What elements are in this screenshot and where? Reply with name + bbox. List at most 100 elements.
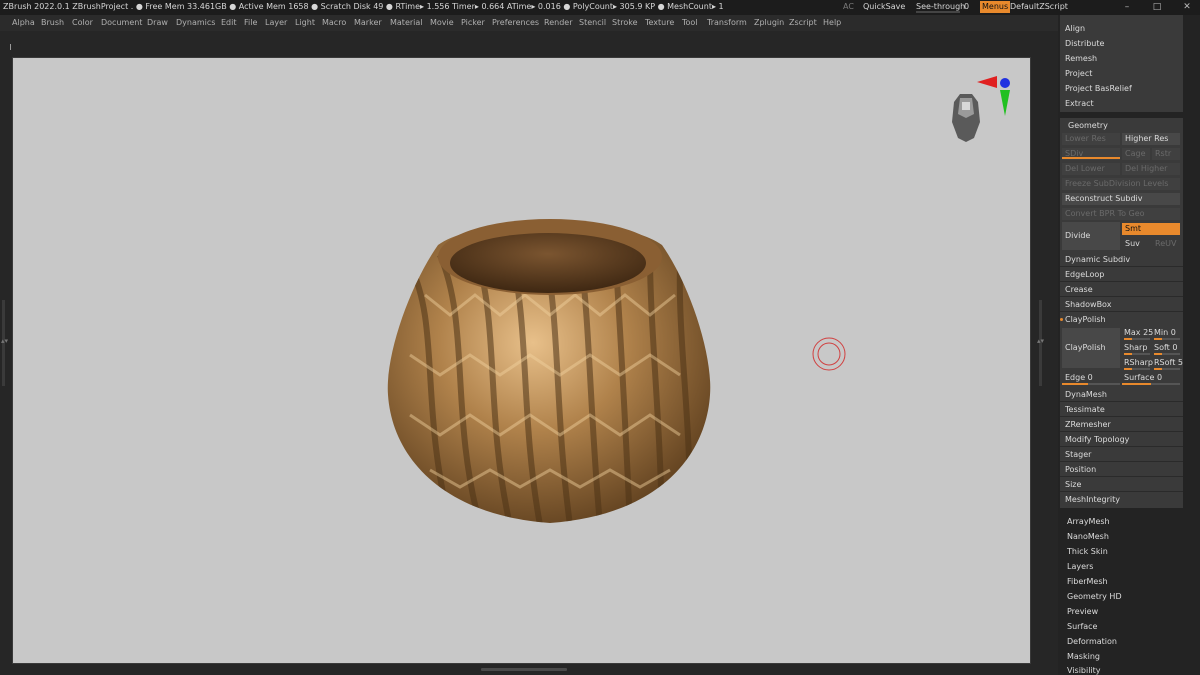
modify-topology-button[interactable]: Modify Topology bbox=[1065, 435, 1129, 444]
soft-slider[interactable]: Soft 0 bbox=[1154, 343, 1177, 352]
reuv-button[interactable]: ReUV bbox=[1152, 238, 1180, 250]
arraymesh-menu[interactable]: ArrayMesh bbox=[1067, 517, 1110, 526]
crease-button[interactable]: Crease bbox=[1065, 285, 1093, 294]
distribute-button[interactable]: Distribute bbox=[1065, 39, 1104, 48]
edgeloop-button[interactable]: EdgeLoop bbox=[1065, 270, 1104, 279]
bottom-tray-handle[interactable] bbox=[481, 668, 567, 671]
menu-color[interactable]: Color bbox=[72, 18, 93, 27]
remesh-button[interactable]: Remesh bbox=[1065, 54, 1097, 63]
menu-picker[interactable]: Picker bbox=[461, 18, 485, 27]
default-zscript-button[interactable]: DefaultZScript bbox=[1010, 2, 1068, 11]
dynamic-subdiv-button[interactable]: Dynamic Subdiv bbox=[1065, 255, 1130, 264]
del-lower-button[interactable]: Del Lower bbox=[1062, 163, 1120, 175]
max-slider-track[interactable] bbox=[1124, 338, 1150, 340]
position-button[interactable]: Position bbox=[1065, 465, 1096, 474]
divide-button[interactable]: Divide bbox=[1062, 222, 1120, 250]
menu-marker[interactable]: Marker bbox=[354, 18, 382, 27]
menu-stroke[interactable]: Stroke bbox=[612, 18, 638, 27]
quicksave-button[interactable]: QuickSave bbox=[863, 2, 905, 11]
menu-zscript[interactable]: Zscript bbox=[789, 18, 817, 27]
sdiv-slider-track[interactable] bbox=[1062, 157, 1120, 159]
menu-alpha[interactable]: Alpha bbox=[12, 18, 35, 27]
preview-menu[interactable]: Preview bbox=[1067, 607, 1098, 616]
menu-macro[interactable]: Macro bbox=[322, 18, 346, 27]
sculpt-model[interactable] bbox=[380, 205, 720, 535]
thick-skin-menu[interactable]: Thick Skin bbox=[1067, 547, 1108, 556]
rsoft-slider[interactable]: RSoft 5 bbox=[1154, 358, 1183, 367]
soft-slider-track[interactable] bbox=[1154, 353, 1180, 355]
smt-toggle[interactable]: Smt bbox=[1122, 223, 1180, 235]
sharp-slider[interactable]: Sharp bbox=[1124, 343, 1147, 352]
deformation-menu[interactable]: Deformation bbox=[1067, 637, 1117, 646]
claypolish-header[interactable]: ClayPolish bbox=[1065, 315, 1106, 324]
convert-bpr-button[interactable]: Convert BPR To Geo bbox=[1062, 208, 1180, 220]
fibermesh-menu[interactable]: FiberMesh bbox=[1067, 577, 1108, 586]
rsharp-slider-track[interactable] bbox=[1124, 368, 1150, 370]
orientation-head-icon[interactable] bbox=[946, 92, 986, 144]
menu-transform[interactable]: Transform bbox=[707, 18, 747, 27]
edge-slider-track[interactable] bbox=[1062, 383, 1120, 385]
menu-tool[interactable]: Tool bbox=[682, 18, 698, 27]
dynamesh-button[interactable]: DynaMesh bbox=[1065, 390, 1107, 399]
menu-movie[interactable]: Movie bbox=[430, 18, 454, 27]
see-through-label[interactable]: See-through bbox=[916, 2, 965, 11]
visibility-menu[interactable]: Visibility bbox=[1067, 666, 1101, 675]
menu-edit[interactable]: Edit bbox=[221, 18, 237, 27]
menu-document[interactable]: Document bbox=[101, 18, 142, 27]
surface-menu[interactable]: Surface bbox=[1067, 622, 1097, 631]
extract-button[interactable]: Extract bbox=[1065, 99, 1094, 108]
meshintegrity-button[interactable]: MeshIntegrity bbox=[1065, 495, 1120, 504]
menu-brush[interactable]: Brush bbox=[41, 18, 64, 27]
sharp-slider-track[interactable] bbox=[1124, 353, 1150, 355]
menu-render[interactable]: Render bbox=[544, 18, 572, 27]
align-button[interactable]: Align bbox=[1065, 24, 1085, 33]
menu-preferences[interactable]: Preferences bbox=[492, 18, 539, 27]
close-button[interactable]: ✕ bbox=[1180, 1, 1194, 13]
surface-slider-track[interactable] bbox=[1122, 383, 1180, 385]
menu-draw[interactable]: Draw bbox=[147, 18, 168, 27]
shadowbox-button[interactable]: ShadowBox bbox=[1065, 300, 1111, 309]
rsharp-slider[interactable]: RSharp bbox=[1124, 358, 1153, 367]
min-slider[interactable]: Min 0 bbox=[1154, 328, 1176, 337]
minimize-button[interactable]: – bbox=[1120, 1, 1134, 13]
cage-button[interactable]: Cage bbox=[1122, 148, 1150, 160]
layers-menu[interactable]: Layers bbox=[1067, 562, 1093, 571]
higher-res-button[interactable]: Higher Res bbox=[1122, 133, 1180, 145]
suv-toggle[interactable]: Suv bbox=[1122, 238, 1150, 250]
nanomesh-menu[interactable]: NanoMesh bbox=[1067, 532, 1109, 541]
geometry-hd-menu[interactable]: Geometry HD bbox=[1067, 592, 1122, 601]
ac-button[interactable]: AC bbox=[843, 2, 854, 11]
project-button[interactable]: Project bbox=[1065, 69, 1092, 78]
menu-dynamics[interactable]: Dynamics bbox=[176, 18, 215, 27]
project-basrelief-button[interactable]: Project BasRelief bbox=[1065, 84, 1132, 93]
left-tray-grip-icon[interactable]: ▴▾ bbox=[1, 337, 8, 345]
menu-texture[interactable]: Texture bbox=[645, 18, 674, 27]
menu-light[interactable]: Light bbox=[295, 18, 315, 27]
menu-stencil[interactable]: Stencil bbox=[579, 18, 606, 27]
surface-slider[interactable]: Surface 0 bbox=[1124, 373, 1162, 382]
geometry-header[interactable]: Geometry bbox=[1068, 121, 1108, 130]
size-button[interactable]: Size bbox=[1065, 480, 1081, 489]
maximize-button[interactable]: □ bbox=[1150, 1, 1164, 13]
menu-layer[interactable]: Layer bbox=[265, 18, 287, 27]
rsoft-slider-track[interactable] bbox=[1154, 368, 1180, 370]
max-slider[interactable]: Max 25 bbox=[1124, 328, 1153, 337]
del-higher-button[interactable]: Del Higher bbox=[1122, 163, 1180, 175]
edge-slider[interactable]: Edge 0 bbox=[1065, 373, 1093, 382]
menu-material[interactable]: Material bbox=[390, 18, 423, 27]
rstr-button[interactable]: Rstr bbox=[1152, 148, 1180, 160]
menus-toggle-button[interactable]: Menus bbox=[980, 1, 1011, 13]
masking-menu[interactable]: Masking bbox=[1067, 652, 1100, 661]
claypolish-button[interactable]: ClayPolish bbox=[1062, 328, 1120, 368]
menu-zplugin[interactable]: Zplugin bbox=[754, 18, 784, 27]
freeze-subdivision-button[interactable]: Freeze SubDivision Levels bbox=[1062, 178, 1180, 190]
stager-button[interactable]: Stager bbox=[1065, 450, 1091, 459]
lower-res-button[interactable]: Lower Res bbox=[1062, 133, 1120, 145]
menu-help[interactable]: Help bbox=[823, 18, 841, 27]
min-slider-track[interactable] bbox=[1154, 338, 1180, 340]
right-tray-grip-icon[interactable]: ▴▾ bbox=[1037, 337, 1044, 345]
menu-file[interactable]: File bbox=[244, 18, 257, 27]
see-through-slider[interactable] bbox=[916, 11, 960, 13]
reconstruct-subdiv-button[interactable]: Reconstruct Subdiv bbox=[1062, 193, 1180, 205]
zremesher-button[interactable]: ZRemesher bbox=[1065, 420, 1111, 429]
